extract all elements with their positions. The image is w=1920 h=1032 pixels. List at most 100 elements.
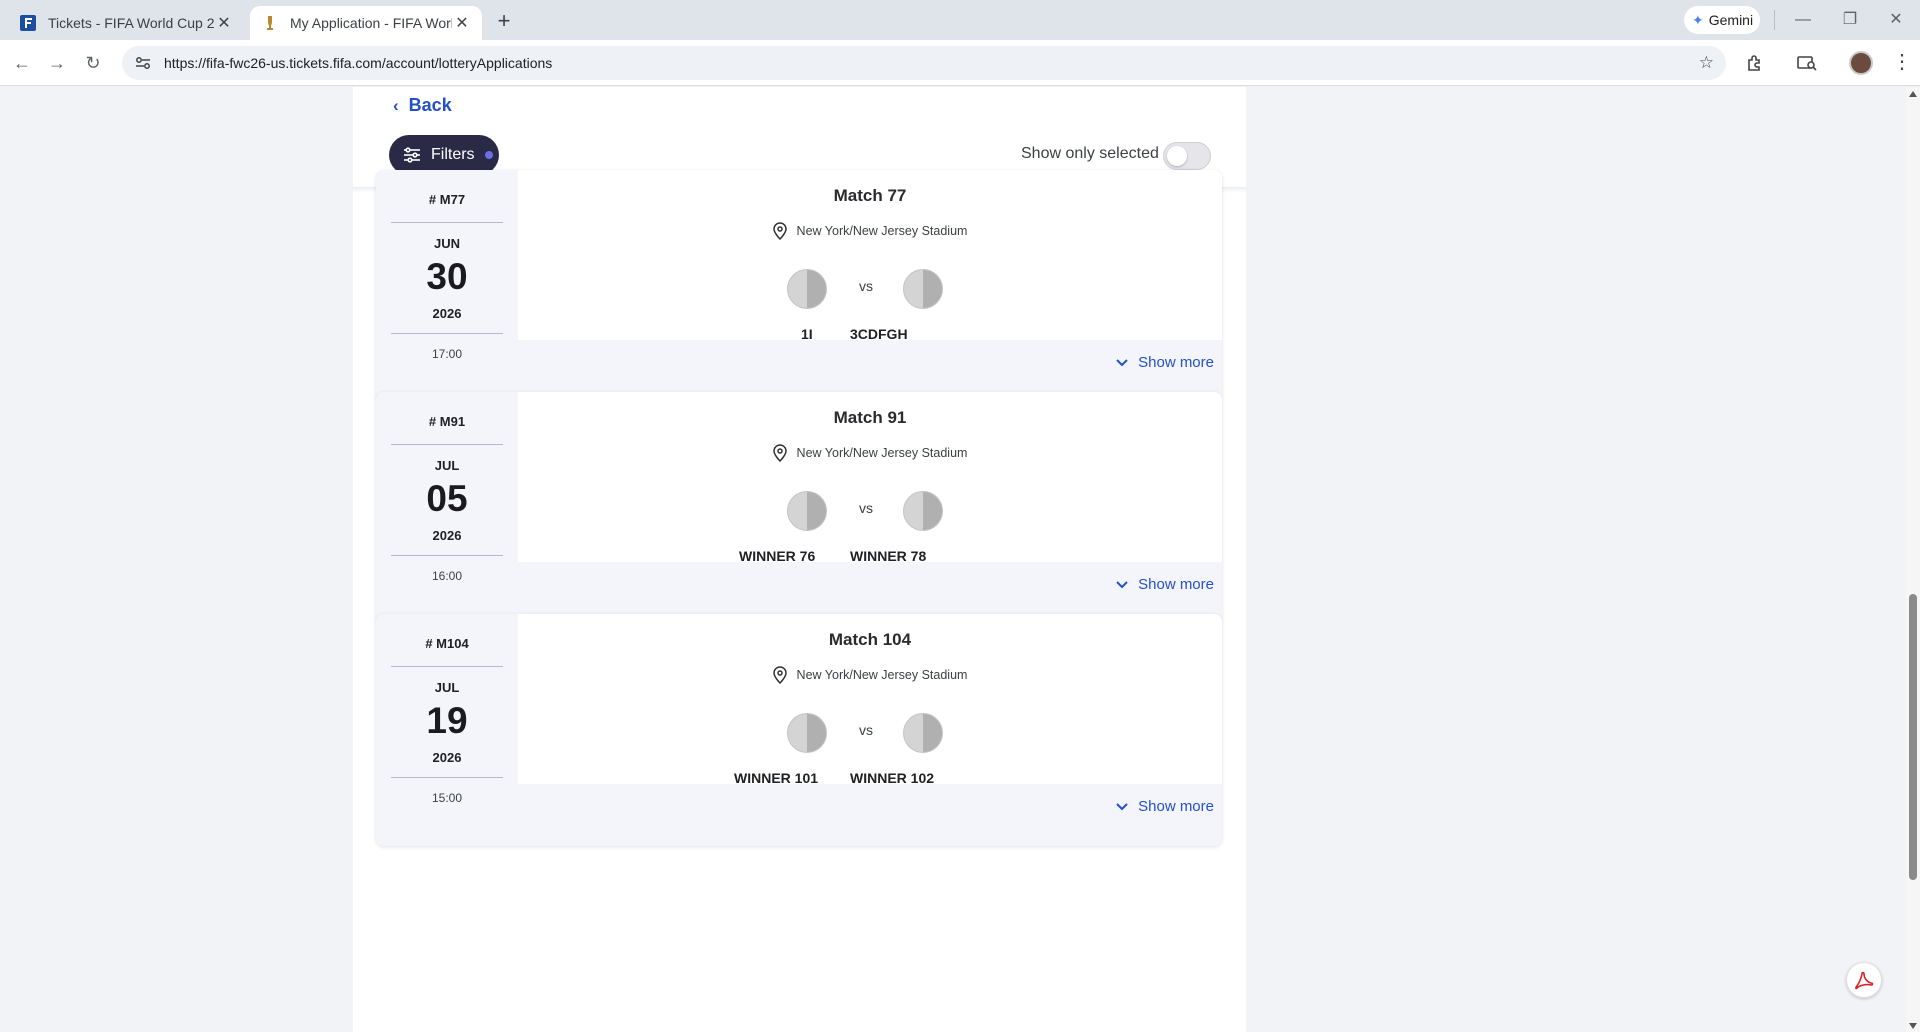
- page-scrollbar[interactable]: [1906, 87, 1920, 1032]
- home-team-flag-icon: [787, 713, 827, 753]
- chevron-left-icon: ‹: [393, 95, 399, 115]
- scroll-up-icon[interactable]: [1909, 91, 1917, 97]
- match-card[interactable]: # M91 JUL 05 2026 16:00 Match 91 New Yor…: [376, 392, 1222, 624]
- match-day: 30: [426, 256, 468, 297]
- match-venue: New York/New Jersey Stadium: [518, 222, 1222, 240]
- browser-tab-tickets[interactable]: Tickets - FIFA World Cup 2026™ ✕: [8, 6, 244, 40]
- away-team-flag-icon: [903, 269, 943, 309]
- date-divider: [391, 222, 503, 223]
- chevron-down-icon: [1116, 358, 1128, 367]
- match-date-column: # M91 JUL 05 2026 16:00: [376, 392, 518, 624]
- match-day: 19: [426, 700, 468, 741]
- venue-name: New York/New Jersey Stadium: [796, 446, 968, 460]
- toolbar-divider: [1774, 10, 1775, 30]
- scrollbar-thumb[interactable]: [1909, 594, 1917, 880]
- match-details: Match 104 New York/New Jersey Stadium vs…: [518, 614, 1222, 786]
- away-team-flag-icon: [903, 491, 943, 531]
- home-team-flag-icon: [787, 269, 827, 309]
- match-time: 16:00: [431, 569, 463, 583]
- match-details: Match 91 New York/New Jersey Stadium vs …: [518, 392, 1222, 564]
- match-month: JUN: [433, 236, 460, 251]
- profile-avatar[interactable]: [1849, 51, 1873, 75]
- back-label: Back: [408, 95, 452, 115]
- back-link[interactable]: ‹ Back: [393, 95, 452, 116]
- location-pin-icon: [772, 666, 787, 684]
- show-more-label: Show more: [1138, 798, 1214, 815]
- location-pin-icon: [772, 444, 787, 462]
- fifa-favicon-icon: [20, 15, 36, 31]
- match-card-footer: Show more: [518, 784, 1222, 844]
- show-only-selected-label: Show only selected: [1021, 145, 1159, 162]
- applications-panel: ‹ Back Filters Show only selected # M77 …: [353, 87, 1246, 1032]
- filters-button[interactable]: Filters: [389, 135, 499, 175]
- show-more-button[interactable]: Show more: [1116, 354, 1214, 371]
- extensions-icon[interactable]: [1742, 51, 1768, 75]
- match-title: Match 104: [828, 630, 912, 649]
- back-arrow-icon[interactable]: ←: [8, 49, 36, 77]
- close-tab-icon[interactable]: ✕: [452, 13, 472, 33]
- close-window-icon[interactable]: ✕: [1876, 6, 1916, 34]
- address-bar[interactable]: https://fifa-fwc26-us.tickets.fifa.com/a…: [122, 46, 1726, 80]
- show-more-button[interactable]: Show more: [1116, 576, 1214, 593]
- vs-label: vs: [859, 278, 873, 294]
- match-number: # M104: [425, 636, 469, 651]
- match-venue: New York/New Jersey Stadium: [518, 444, 1222, 462]
- close-tab-icon[interactable]: ✕: [214, 13, 234, 33]
- browser-tab-bar: Tickets - FIFA World Cup 2026™ ✕ My Appl…: [0, 0, 1920, 40]
- date-divider: [391, 777, 503, 778]
- gemini-label: Gemini: [1708, 12, 1754, 28]
- tab-title: My Application - FIFA World Cu: [290, 15, 452, 31]
- sliders-icon: [403, 147, 421, 163]
- match-year: 2026: [432, 306, 462, 321]
- vs-label: vs: [859, 722, 873, 738]
- site-settings-icon[interactable]: [126, 56, 160, 70]
- match-time: 15:00: [431, 791, 463, 805]
- date-divider: [391, 555, 503, 556]
- show-more-label: Show more: [1138, 576, 1214, 593]
- browser-menu-icon[interactable]: ⋮: [1892, 50, 1912, 74]
- reload-icon[interactable]: ↻: [79, 49, 107, 77]
- show-only-selected-toggle[interactable]: [1163, 142, 1211, 170]
- gemini-sparkle-icon: ✦: [1692, 11, 1704, 28]
- match-number: # M91: [428, 414, 466, 429]
- bookmark-star-icon[interactable]: ☆: [1699, 53, 1714, 73]
- match-card[interactable]: # M104 JUL 19 2026 15:00 Match 104 New Y…: [376, 614, 1222, 846]
- match-month: JUL: [434, 680, 460, 695]
- match-card-footer: Show more: [518, 340, 1222, 400]
- match-title: Match 91: [833, 408, 907, 427]
- away-team-flag-icon: [903, 713, 943, 753]
- filters-label: Filters: [431, 146, 475, 163]
- browser-tab-my-application[interactable]: My Application - FIFA World Cu ✕: [250, 6, 482, 40]
- match-card[interactable]: # M77 JUN 30 2026 17:00 Match 77 New Yor…: [376, 170, 1222, 402]
- date-divider: [391, 444, 503, 445]
- trophy-favicon-icon: [262, 15, 278, 31]
- minimize-icon[interactable]: —: [1783, 6, 1823, 34]
- date-divider: [391, 333, 503, 334]
- match-time: 17:00: [431, 347, 463, 361]
- forward-arrow-icon[interactable]: →: [43, 49, 71, 77]
- match-title: Match 77: [833, 186, 907, 205]
- match-card-footer: Show more: [518, 562, 1222, 622]
- chevron-down-icon: [1116, 580, 1128, 589]
- restore-icon[interactable]: ❐: [1830, 6, 1870, 34]
- show-more-button[interactable]: Show more: [1116, 798, 1214, 815]
- gemini-button[interactable]: ✦ Gemini: [1684, 6, 1760, 34]
- match-month: JUL: [434, 458, 460, 473]
- match-day: 05: [426, 478, 468, 519]
- browser-toolbar: ← → ↻ https://fifa-fwc26-us.tickets.fifa…: [0, 40, 1920, 86]
- match-venue: New York/New Jersey Stadium: [518, 666, 1222, 684]
- match-details: Match 77 New York/New Jersey Stadium vs …: [518, 170, 1222, 342]
- match-number: # M77: [428, 192, 466, 207]
- match-date-column: # M104 JUL 19 2026 15:00: [376, 614, 518, 846]
- new-tab-button[interactable]: +: [490, 8, 518, 36]
- venue-name: New York/New Jersey Stadium: [796, 224, 968, 238]
- page-viewport: ‹ Back Filters Show only selected # M77 …: [0, 87, 1906, 1032]
- tab-search-icon[interactable]: [1794, 51, 1820, 75]
- home-team-flag-icon: [787, 491, 827, 531]
- date-divider: [391, 666, 503, 667]
- adobe-acrobat-icon[interactable]: [1846, 962, 1882, 998]
- match-year: 2026: [432, 750, 462, 765]
- match-year: 2026: [432, 528, 462, 543]
- location-pin-icon: [772, 222, 787, 240]
- scroll-down-icon[interactable]: [1909, 1023, 1917, 1029]
